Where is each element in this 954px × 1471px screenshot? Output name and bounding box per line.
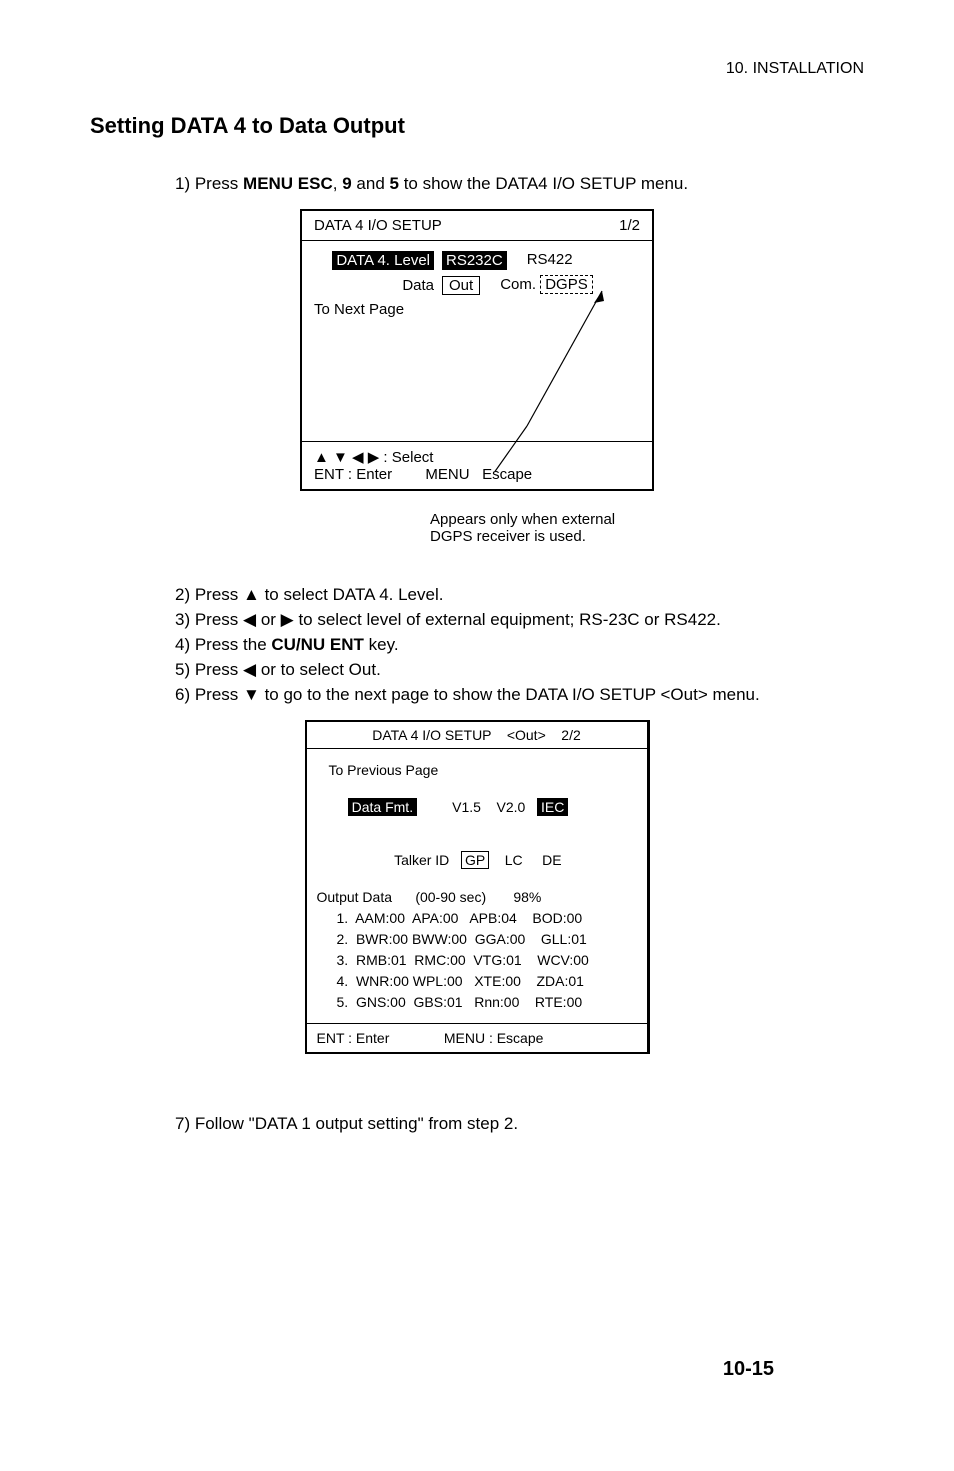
- note-line2: DGPS receiver is used.: [430, 528, 864, 545]
- de-option: DE: [542, 852, 561, 868]
- step-1: 1) Press MENU ESC, 9 and 5 to show the D…: [175, 174, 864, 194]
- com-dgps-option: Com. DGPS: [500, 276, 593, 295]
- data-label: Data: [314, 277, 442, 294]
- box1-title-right: 1/2: [619, 217, 640, 234]
- keyname: 9: [342, 174, 351, 193]
- data-fmt-row: Data Fmt. V1.5 V2.0 IEC: [317, 783, 637, 831]
- to-previous-page: To Previous Page: [317, 762, 637, 778]
- out-option: Out: [442, 276, 480, 295]
- keyname: MENU ESC: [243, 174, 333, 193]
- step-3: 3) Press ◀ or ▶ to select level of exter…: [175, 610, 864, 630]
- text: to show the DATA4 I/O SETUP menu.: [399, 174, 688, 193]
- step-2: 2) Press ▲ to select DATA 4. Level.: [175, 585, 864, 605]
- rs422-option: RS422: [527, 251, 573, 270]
- text: and: [352, 174, 390, 193]
- gp-option: GP: [461, 851, 489, 869]
- output-data-line: Output Data (00-90 sec) 98%: [317, 889, 637, 905]
- dgps-label: DGPS: [540, 275, 593, 294]
- callout-note: Appears only when external DGPS receiver…: [430, 511, 864, 545]
- sentence-row-1: 1. AAM:00 APA:00 APB:04 BOD:00: [317, 910, 637, 926]
- sentence-row-5: 5. GNS:00 GBS:01 Rnn:00 RTE:00: [317, 994, 637, 1010]
- sentence-row-2: 2. BWR:00 BWW:00 GGA:00 GLL:01: [317, 931, 637, 947]
- text: 1) Press: [175, 174, 243, 193]
- box2-title: DATA 4 I/O SETUP <Out> 2/2: [307, 722, 647, 749]
- talker-label: Talker ID: [394, 852, 449, 868]
- step-6: 6) Press ▼ to go to the next page to sho…: [175, 685, 864, 705]
- footer-enter: ENT : Enter MENU Escape: [314, 466, 640, 483]
- to-next-page: To Next Page: [314, 301, 640, 318]
- box1-title-left: DATA 4 I/O SETUP: [314, 217, 442, 234]
- section-title: Setting DATA 4 to Data Output: [90, 113, 864, 139]
- step-5: 5) Press ◀ or to select Out.: [175, 660, 864, 680]
- talker-row: Talker ID GP LC DE: [317, 836, 637, 884]
- rs232c-option: RS232C: [442, 251, 507, 270]
- footer-select: ▲ ▼ ◀ ▶ : Select: [314, 448, 640, 466]
- setup-box-2: DATA 4 I/O SETUP <Out> 2/2 To Previous P…: [305, 720, 650, 1054]
- data4-level-label: DATA 4. Level: [332, 251, 434, 270]
- setup-box-1: DATA 4 I/O SETUP 1/2 DATA 4. Level RS232…: [300, 209, 654, 491]
- com-label: Com.: [500, 276, 536, 293]
- keyname: CU/NU ENT: [271, 635, 364, 654]
- lc-option: LC: [505, 852, 523, 868]
- v20-option: V2.0: [496, 799, 525, 815]
- chapter-header: 10. INSTALLATION: [90, 60, 864, 78]
- keyname: 5: [390, 174, 399, 193]
- data-fmt-label: Data Fmt.: [348, 798, 417, 816]
- iec-option: IEC: [537, 798, 568, 816]
- text: ,: [333, 174, 342, 193]
- text: 4) Press the: [175, 635, 271, 654]
- note-line1: Appears only when external: [430, 511, 864, 528]
- v15-option: V1.5: [452, 799, 481, 815]
- box1-title: DATA 4 I/O SETUP 1/2: [302, 211, 652, 241]
- step-4: 4) Press the CU/NU ENT key.: [175, 635, 864, 655]
- page-number: 10-15: [723, 1358, 774, 1381]
- sentence-row-3: 3. RMB:01 RMC:00 VTG:01 WCV:00: [317, 952, 637, 968]
- box2-footer: ENT : Enter MENU : Escape: [307, 1023, 647, 1052]
- step-7: 7) Follow "DATA 1 output setting" from s…: [175, 1114, 864, 1134]
- sentence-row-4: 4. WNR:00 WPL:00 XTE:00 ZDA:01: [317, 973, 637, 989]
- box1-footer: ▲ ▼ ◀ ▶ : Select ENT : Enter MENU Escape: [302, 441, 652, 489]
- text: key.: [364, 635, 399, 654]
